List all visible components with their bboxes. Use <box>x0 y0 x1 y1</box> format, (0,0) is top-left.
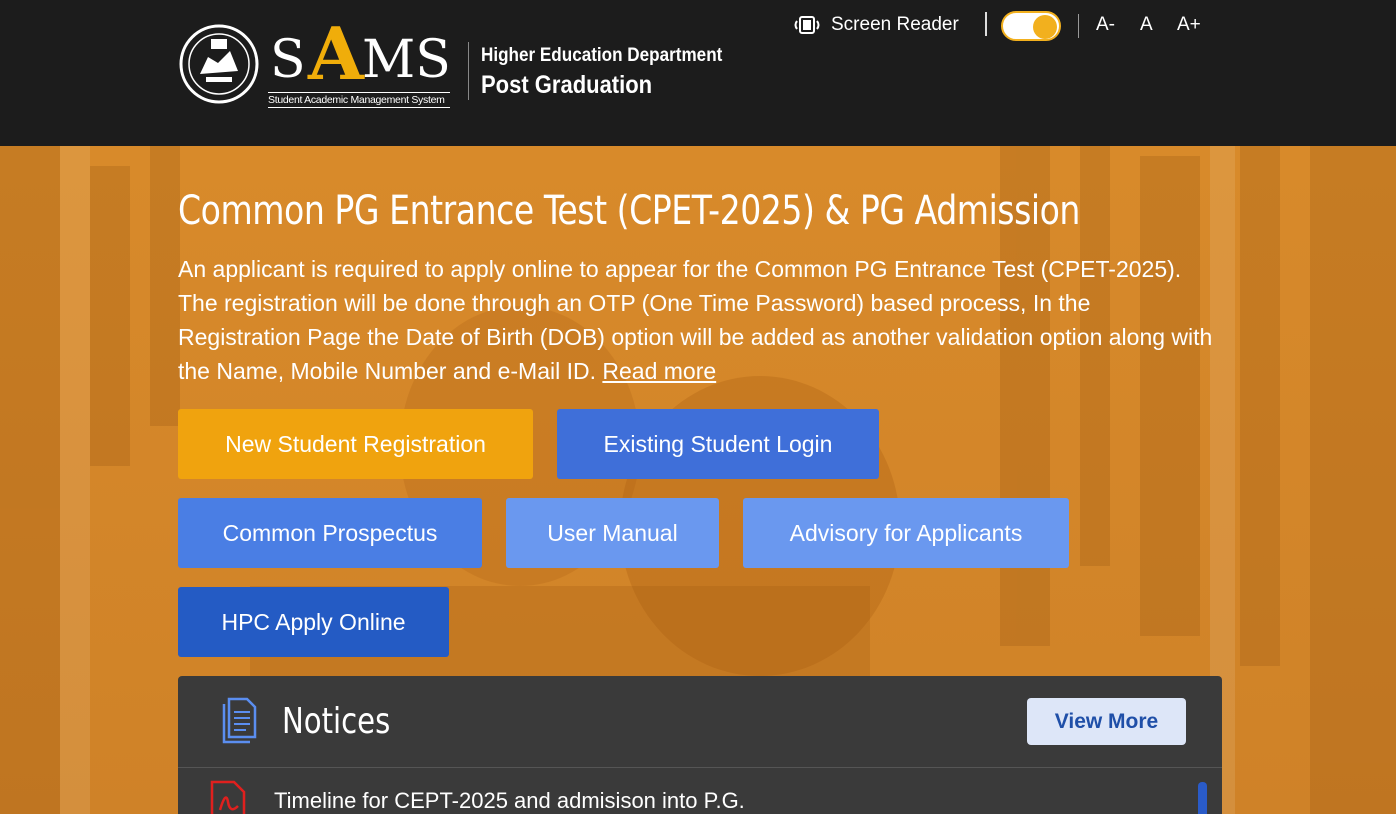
toolbar-divider <box>985 12 987 36</box>
top-header: S A MS Student Academic Management Syste… <box>0 0 1396 146</box>
sams-logo[interactable]: S A MS Student Academic Management Syste… <box>268 11 451 112</box>
document-icon <box>222 697 257 744</box>
notice-link[interactable]: Timeline for CEPT-2025 and admisison int… <box>274 788 745 814</box>
hero-description: An applicant is required to apply online… <box>178 252 1218 388</box>
new-student-registration-button[interactable]: New Student Registration <box>178 409 533 479</box>
toggle-knob <box>1033 15 1057 39</box>
hpc-apply-online-button[interactable]: HPC Apply Online <box>178 587 449 657</box>
logo-letter-a: A <box>308 11 364 96</box>
notice-item[interactable]: Timeline for CEPT-2025 and admisison int… <box>178 768 1222 814</box>
notices-panel: Notices View More Timeline for CEPT-2025… <box>178 676 1222 814</box>
font-decrease-button[interactable]: A- <box>1096 14 1115 36</box>
advisory-button[interactable]: Advisory for Applicants <box>743 498 1069 568</box>
logo-letter-s: S <box>270 30 306 90</box>
logo-subtitle: Student Academic Management System <box>268 92 450 108</box>
font-increase-button[interactable]: A+ <box>1177 14 1201 36</box>
logo-letters-ms: MS <box>362 30 451 90</box>
odisha-emblem-icon <box>179 24 259 104</box>
notices-scrollbar[interactable] <box>1198 782 1207 814</box>
program-name: Post Graduation <box>481 71 653 99</box>
header-divider <box>468 42 469 100</box>
font-normal-button[interactable]: A <box>1140 14 1153 36</box>
screen-reader-icon[interactable] <box>793 14 821 36</box>
theme-toggle[interactable] <box>1001 11 1061 41</box>
screen-reader-link[interactable]: Screen Reader <box>831 14 959 36</box>
department-name: Higher Education Department <box>481 45 723 66</box>
existing-student-login-button[interactable]: Existing Student Login <box>557 409 879 479</box>
page-title: Common PG Entrance Test (CPET-2025) & PG… <box>178 188 1080 234</box>
common-prospectus-button[interactable]: Common Prospectus <box>178 498 482 568</box>
view-more-button[interactable]: View More <box>1027 698 1186 745</box>
notices-heading: Notices <box>282 701 391 742</box>
pdf-icon <box>210 780 246 814</box>
toolbar-divider <box>1078 14 1079 38</box>
read-more-link[interactable]: Read more <box>602 358 716 384</box>
user-manual-button[interactable]: User Manual <box>506 498 719 568</box>
